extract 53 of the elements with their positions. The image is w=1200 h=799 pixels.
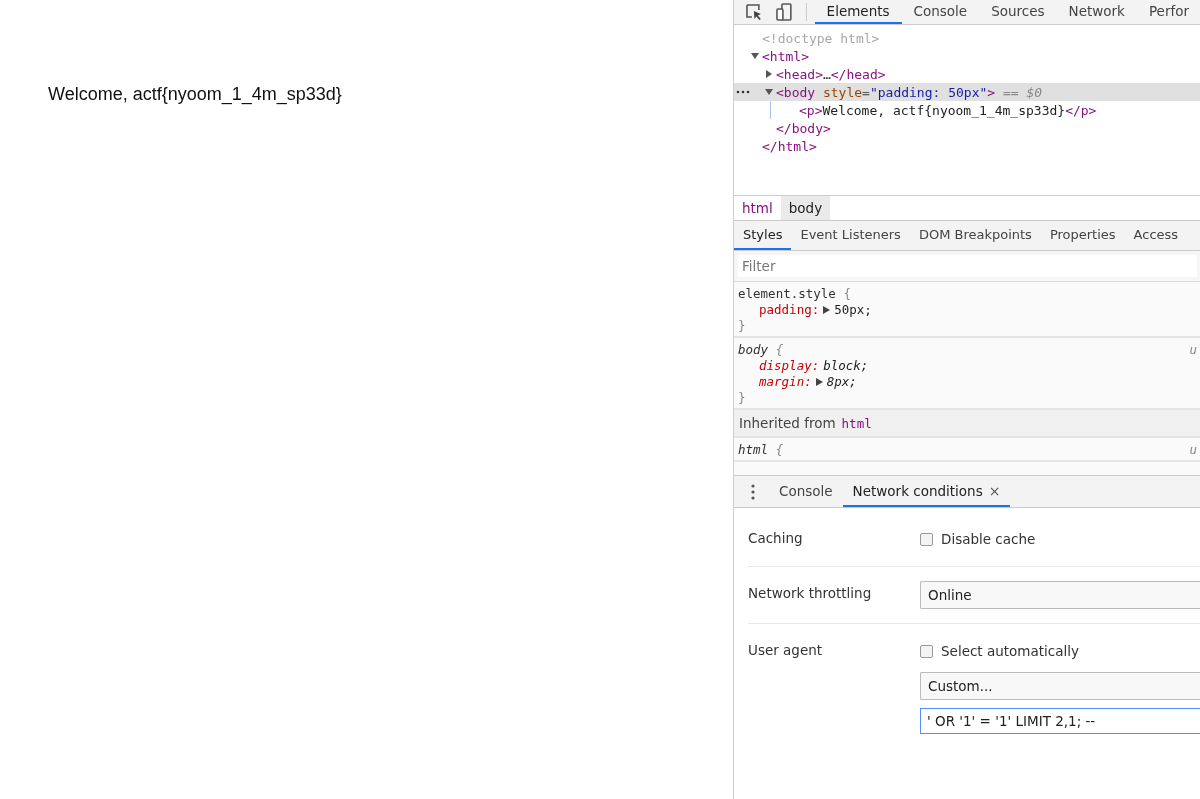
dom-node-line[interactable]: <html> <box>734 47 1200 65</box>
dropdown[interactable]: Custom... <box>920 672 1200 700</box>
checkbox[interactable] <box>920 644 933 658</box>
panel-tab[interactable]: Elements <box>814 0 902 24</box>
breadcrumb[interactable]: html <box>734 196 781 220</box>
sidebar-tab[interactable]: Event Listeners <box>791 221 910 250</box>
expanded-triangle-icon[interactable] <box>750 51 760 61</box>
close-icon[interactable]: × <box>988 482 1001 499</box>
checkbox-label[interactable]: Disable cache <box>941 531 1036 547</box>
rule-source[interactable]: u <box>1189 442 1197 457</box>
css-selector: html { <box>738 442 784 457</box>
css-value: block; <box>823 358 869 373</box>
closing-brace: } <box>738 318 747 333</box>
input-field[interactable]: ' OR '1' = '1' LIMIT 2,1; -- <box>920 708 1200 734</box>
sidebar-tab[interactable]: Access <box>1124 221 1188 250</box>
dropdown[interactable]: Online <box>920 581 1200 609</box>
sidebar-tab[interactable]: Properties <box>1040 221 1125 250</box>
inherited-tag[interactable]: html <box>841 416 872 431</box>
panel-tab[interactable]: Sources <box>979 0 1057 24</box>
dom-node-line[interactable]: <head>…</head> <box>734 65 1200 83</box>
filter-field[interactable]: Filter <box>738 255 1197 277</box>
dom-node-line[interactable]: <p>Welcome, actf{nyoom_1_4m_sp33d}</p> <box>771 101 1200 119</box>
inherited-label: Inherited from <box>739 415 836 431</box>
dom-closing-tag: </html> <box>734 137 1200 155</box>
checkbox[interactable] <box>920 532 933 546</box>
breadcrumb[interactable]: body <box>780 196 831 220</box>
checkbox-label[interactable]: Select automatically <box>941 643 1079 659</box>
expand-triangle-icon[interactable] <box>823 305 831 314</box>
setting-label: Network throttling <box>748 584 873 603</box>
closing-brace: } <box>738 390 747 405</box>
panel-tab[interactable]: Network <box>1056 0 1137 24</box>
expand-triangle-icon[interactable] <box>815 377 823 386</box>
device-icon[interactable] <box>773 2 794 22</box>
css-selector: element.style { <box>738 286 851 301</box>
panel-tab[interactable]: Perfor <box>1136 0 1200 24</box>
more-icon[interactable] <box>751 483 755 500</box>
setting-label: Caching <box>748 529 804 548</box>
css-property: margin: <box>759 374 812 389</box>
css-property: padding: <box>759 302 820 317</box>
rule-source[interactable]: u <box>1189 342 1197 357</box>
panel-tab[interactable]: Console <box>901 0 980 24</box>
more-icon[interactable] <box>736 90 750 94</box>
drawer-tab[interactable]: Console <box>769 476 843 507</box>
welcome-text: Welcome, actf{nyoom_1_4m_sp33d} <box>48 84 343 105</box>
expanded-triangle-icon[interactable] <box>764 87 774 97</box>
sidebar-tab[interactable]: DOM Breakpoints <box>909 221 1041 250</box>
css-property: display: <box>759 358 820 373</box>
css-value: 50px; <box>834 302 872 317</box>
dom-closing-tag: </body> <box>734 119 1200 137</box>
css-value: 8px; <box>826 374 857 389</box>
collapsed-triangle-icon[interactable] <box>764 69 774 79</box>
setting-label: User agent <box>748 641 824 660</box>
css-selector: body { <box>738 342 784 357</box>
